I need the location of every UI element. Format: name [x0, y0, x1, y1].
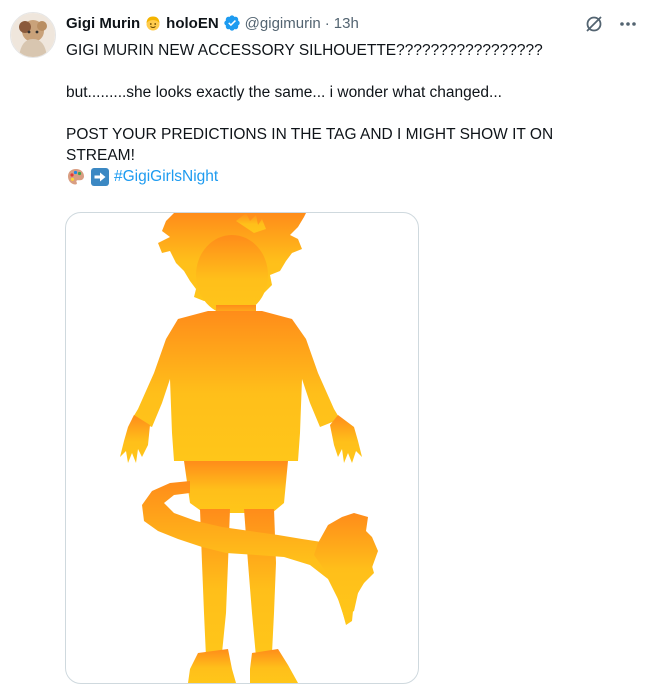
timestamp[interactable]: 13h [334, 15, 359, 32]
palette-emoji [68, 168, 84, 184]
author-org[interactable]: holoEN [166, 15, 219, 32]
tweet-line-1: GIGI MURIN NEW ACCESSORY SILHOUETTE?????… [66, 42, 543, 59]
blonde-person-emoji [146, 16, 160, 31]
tweet[interactable]: Gigi Murin holoEN @gigimurin · 13h GIGI … [0, 0, 652, 691]
avatar-image [11, 13, 55, 57]
tweet-line-2: but.........she looks exactly the same..… [66, 84, 502, 101]
silhouette-image [120, 213, 378, 683]
tweet-line-3: POST YOUR PREDICTIONS IN THE TAG AND I M… [66, 126, 554, 164]
more-icon[interactable] [618, 14, 638, 34]
tweet-text: GIGI MURIN NEW ACCESSORY SILHOUETTE?????… [66, 40, 626, 187]
tweet-actions-top [584, 14, 638, 34]
avatar[interactable] [10, 12, 56, 58]
tweet-media[interactable] [65, 212, 419, 684]
grok-icon[interactable] [584, 14, 604, 34]
hashtag-line: #GigiGirlsNight [66, 166, 626, 187]
separator-dot: · [324, 14, 330, 32]
hashtag-link[interactable]: #GigiGirlsNight [114, 166, 218, 187]
right-arrow-emoji [91, 167, 109, 186]
tweet-header: Gigi Murin holoEN @gigimurin · 13h [66, 14, 592, 32]
verified-badge-icon [223, 15, 240, 31]
author-handle[interactable]: @gigimurin [245, 15, 321, 32]
author-name[interactable]: Gigi Murin [66, 15, 140, 32]
